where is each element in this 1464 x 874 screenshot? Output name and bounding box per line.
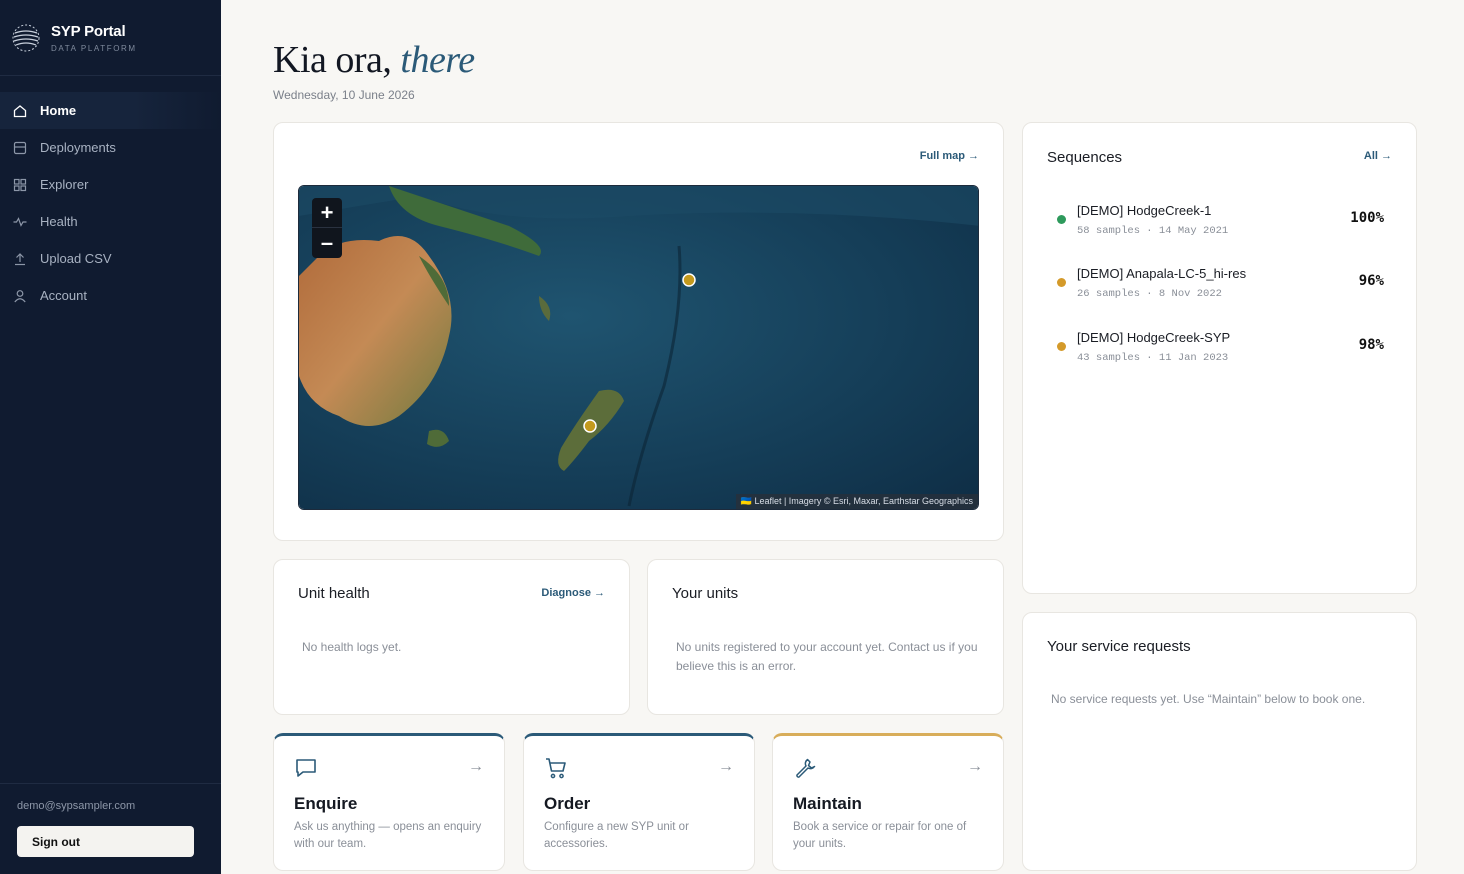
pulse-icon [13,215,27,229]
sidebar-item-upload-csv[interactable]: Upload CSV [0,240,221,277]
map-card: Full map → + – 🇺🇦 Leaflet | Imagery © Es… [273,122,1004,541]
diagnose-link[interactable]: Diagnose → [541,587,605,599]
order-card[interactable]: → Order Configure a new SYP unit or acce… [523,733,755,871]
sequence-item[interactable]: [DEMO] HodgeCreek-1 58 samples · 14 May … [1023,195,1416,255]
arrow-right-icon: → [967,758,983,775]
maintain-description: Book a service or repair for one of your… [793,821,967,850]
service-requests-title: Your service requests [1047,638,1191,655]
cart-icon [546,758,566,779]
map-view[interactable]: + – 🇺🇦 Leaflet | Imagery © Esri, Maxar, … [298,185,979,510]
sequence-percent: 96% [1358,273,1384,289]
your-units-title: Your units [672,585,739,602]
sidebar-item-label: Account [40,288,87,303]
wrench-icon [796,758,816,778]
brand-subtitle: DATA PLATFORM [51,43,137,53]
map-marker[interactable] [682,273,696,287]
sidebar-item-label: Deployments [40,140,116,155]
map-attribution[interactable]: 🇺🇦 Leaflet | Imagery © Esri, Maxar, Eart… [735,494,978,509]
arrow-right-icon: → [718,758,734,775]
home-icon [13,104,27,118]
enquire-title: Enquire [294,794,358,813]
sidebar-item-explorer[interactable]: Explorer [0,166,221,203]
zoom-out-button[interactable]: – [312,228,342,258]
upload-icon [13,252,27,266]
unit-health-card: Unit health Diagnose → No health logs ye… [273,559,630,715]
user-email: demo@sypsampler.com [17,800,136,812]
current-date: Wednesday, 10 June 2026 [273,88,415,102]
order-title: Order [544,794,591,813]
maintain-card[interactable]: → Maintain Book a service or repair for … [772,733,1004,871]
unit-health-title: Unit health [298,585,370,602]
grid-icon [13,178,27,192]
status-dot [1057,215,1066,224]
sequence-name: [DEMO] HodgeCreek-SYP [1077,330,1231,345]
service-requests-empty: No service requests yet. Use “Maintain” … [1051,692,1366,706]
sequence-name: [DEMO] HodgeCreek-1 [1077,203,1212,218]
enquire-card[interactable]: → Enquire Ask us anything — opens an enq… [273,733,505,871]
greeting-name: there [400,39,475,81]
zoom-control: + – [312,198,342,258]
sidebar-item-home[interactable]: Home [0,92,221,129]
brand-logo-icon [12,24,40,51]
sequence-percent: 98% [1358,337,1384,353]
sequence-name: [DEMO] Anapala-LC-5_hi-res [1077,266,1247,281]
page-title: Kia ora, there [273,38,475,82]
sidebar-item-label: Explorer [40,177,89,192]
map-marker[interactable] [583,419,597,433]
sequence-meta: 43 samples · 11 Jan 2023 [1077,352,1229,364]
maintain-title: Maintain [793,794,862,813]
brand[interactable]: SYP Portal DATA PLATFORM [0,0,221,76]
sidebar-item-label: Home [40,103,77,118]
sequence-meta: 26 samples · 8 Nov 2022 [1077,288,1222,300]
unit-health-empty: No health logs yet. [302,640,402,654]
sidebar-item-deployments[interactable]: Deployments [0,129,221,166]
user-icon [13,289,27,303]
sidebar-nav: Home Deployments Explorer Health Upload … [0,92,221,314]
sign-out-button[interactable]: Sign out [17,826,194,857]
sidebar: SYP Portal DATA PLATFORM Home Deployment… [0,0,221,874]
sequences-all-link[interactable]: All → [1364,150,1392,162]
enquire-description: Ask us anything — opens an enquiry with … [294,821,482,850]
full-map-link[interactable]: Full map → [920,150,979,162]
chat-icon [296,759,316,777]
sequence-item[interactable]: [DEMO] HodgeCreek-SYP 43 samples · 11 Ja… [1023,322,1416,382]
sidebar-item-health[interactable]: Health [0,203,221,240]
sidebar-item-account[interactable]: Account [0,277,221,314]
map-imagery [299,186,978,509]
deployments-icon [13,141,27,155]
brand-title: SYP Portal [51,22,126,40]
sequences-card: Sequences All → [DEMO] HodgeCreek-1 58 s… [1022,122,1417,594]
status-dot [1057,278,1066,287]
sequences-title: Sequences [1047,149,1123,166]
your-units-card: Your units No units registered to your a… [647,559,1004,715]
sequence-item[interactable]: [DEMO] Anapala-LC-5_hi-res 26 samples · … [1023,258,1416,318]
sequence-meta: 58 samples · 14 May 2021 [1077,225,1229,237]
greeting-prefix: Kia ora, [273,39,392,81]
order-description: Configure a new SYP unit or accessories. [544,821,689,850]
sequence-percent: 100% [1350,210,1384,226]
zoom-in-button[interactable]: + [312,198,342,228]
service-requests-card: Your service requests No service request… [1022,612,1417,871]
sidebar-item-label: Upload CSV [40,251,112,266]
status-dot [1057,342,1066,351]
your-units-empty: No units registered to your account yet.… [676,640,978,673]
sidebar-footer: demo@sypsampler.com Sign out [0,783,221,874]
arrow-right-icon: → [468,758,484,775]
sidebar-item-label: Health [40,214,78,229]
